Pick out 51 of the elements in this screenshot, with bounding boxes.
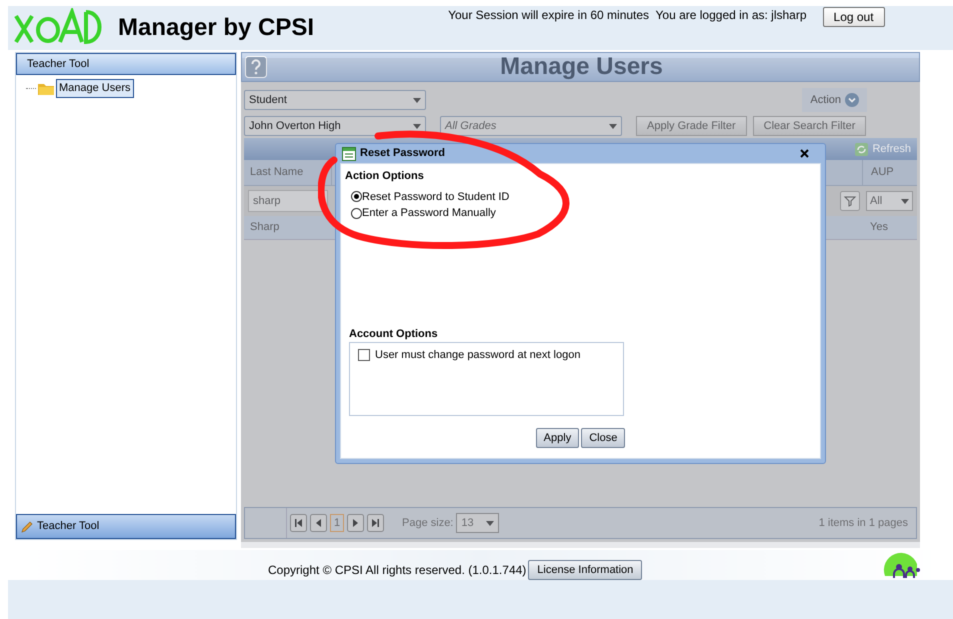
- dropdown-caret-icon: [901, 198, 909, 204]
- page-size-label: Page size:: [402, 516, 454, 531]
- pager-button[interactable]: [367, 514, 384, 532]
- school-select[interactable]: John Overton High: [244, 116, 426, 136]
- radio-option[interactable]: Reset Password to Student ID: [351, 188, 816, 205]
- people-logo-icon: [883, 552, 923, 578]
- pager-summary: 1 items in 1 pages: [818, 516, 908, 531]
- panel-header: Teacher Tool: [16, 53, 236, 75]
- refresh-icon: [855, 142, 868, 156]
- radio-option[interactable]: Enter a Password Manually: [351, 205, 816, 222]
- page-title: Manage Users: [499, 52, 664, 82]
- table-cell-text: Yes: [869, 220, 889, 236]
- column-header[interactable]: Last Name: [244, 160, 332, 185]
- tree-item[interactable]: Manage Users: [56, 79, 134, 98]
- license-button[interactable]: License Information: [528, 560, 642, 580]
- section-title: Account Options: [349, 326, 439, 342]
- dropdown-caret-icon: [609, 124, 617, 128]
- page-size-select[interactable]: 13: [456, 513, 500, 533]
- logo-icon: [12, 8, 102, 44]
- column-header[interactable]: AUP: [862, 160, 917, 185]
- pencil-icon: [21, 520, 33, 532]
- section-title: Action Options: [345, 169, 425, 184]
- filter-select[interactable]: All: [866, 191, 913, 211]
- filter-icon[interactable]: [840, 191, 860, 211]
- pager-button[interactable]: [310, 514, 327, 532]
- grade-select[interactable]: All Grades: [440, 116, 622, 136]
- close-icon[interactable]: [800, 149, 809, 158]
- filter-field[interactable]: sharp: [248, 190, 328, 212]
- panel-title: Teacher Tool: [37, 519, 100, 534]
- dropdown-caret-icon: [413, 98, 421, 102]
- dialog-button[interactable]: Close: [581, 428, 626, 448]
- filter-button[interactable]: Clear Search Filter: [752, 116, 866, 136]
- table-cell-text: Sharp: [249, 220, 280, 236]
- dialog-button[interactable]: Apply: [536, 428, 580, 448]
- folder-icon: [38, 82, 54, 95]
- pager-button[interactable]: [347, 514, 364, 532]
- form-icon: [342, 146, 356, 160]
- copyright-text: Copyright © CPSI All rights reserved. (1.0.1.744): [268, 562, 526, 579]
- session-info: Your Session will expire in 60 minutes You are logged in as: jlsharp: [448, 7, 807, 24]
- action-button[interactable]: Action: [802, 88, 867, 112]
- logout-button[interactable]: Log out: [822, 7, 885, 27]
- dropdown-caret-icon: [486, 520, 494, 526]
- pager-button[interactable]: [290, 514, 307, 532]
- page-number[interactable]: 1: [330, 514, 344, 532]
- chevron-down-icon: [845, 93, 859, 107]
- filter-button[interactable]: Apply Grade Filter: [636, 116, 747, 136]
- app-title: Manager by CPSI: [118, 13, 314, 43]
- dropdown-caret-icon: [413, 124, 421, 128]
- help-icon[interactable]: [245, 56, 267, 78]
- dialog-title: Reset Password: [360, 146, 445, 162]
- role-select[interactable]: Student: [244, 90, 426, 110]
